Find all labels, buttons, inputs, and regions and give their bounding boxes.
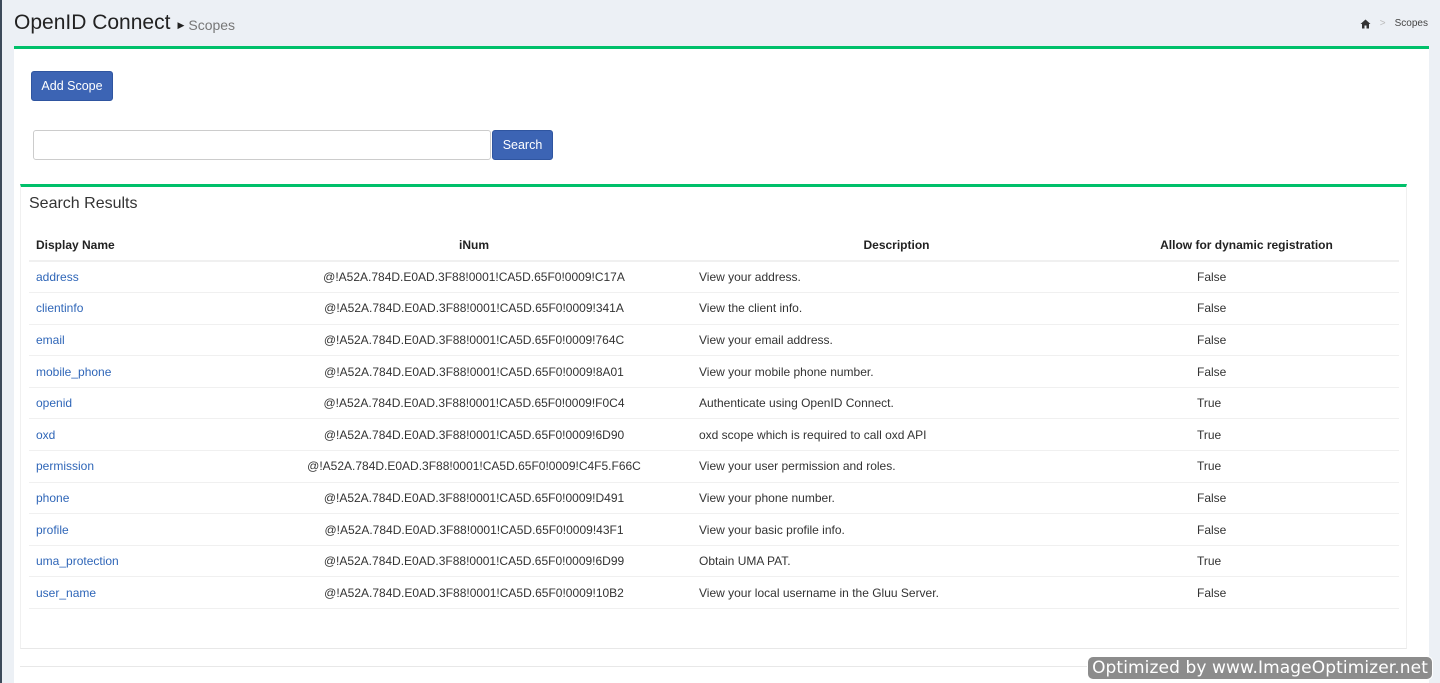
inum-cell: @!A52A.784D.E0AD.3F88!0001!CA5D.65F0!000… xyxy=(249,576,699,610)
dynamic-registration-cell: False xyxy=(1094,261,1399,294)
inum-cell: @!A52A.784D.E0AD.3F88!0001!CA5D.65F0!000… xyxy=(249,261,699,294)
dynamic-registration-cell: False xyxy=(1094,482,1399,515)
table-row: clientinfo @!A52A.784D.E0AD.3F88!0001!CA… xyxy=(29,292,1399,325)
description-cell: oxd scope which is required to call oxd … xyxy=(699,418,1094,452)
dynamic-registration-cell: False xyxy=(1094,355,1399,388)
table-row: address @!A52A.784D.E0AD.3F88!0001!CA5D.… xyxy=(29,261,1399,294)
left-edge xyxy=(0,0,2,683)
scopes-panel: Add Scope Search Search Results Display … xyxy=(14,46,1429,683)
scopes-table: Display Name iNum Description Allow for … xyxy=(29,230,1399,610)
inum-cell: @!A52A.784D.E0AD.3F88!0001!CA5D.65F0!000… xyxy=(249,324,699,357)
description-cell: View your address. xyxy=(699,261,1094,294)
search-results-title: Search Results xyxy=(29,195,138,212)
inum-cell: @!A52A.784D.E0AD.3F88!0001!CA5D.65F0!000… xyxy=(249,418,699,452)
scope-link[interactable]: openid xyxy=(36,396,72,410)
scope-link[interactable]: user_name xyxy=(36,586,96,600)
scope-link[interactable]: permission xyxy=(36,459,94,473)
scope-link[interactable]: mobile_phone xyxy=(36,365,111,379)
column-header-description[interactable]: Description xyxy=(699,230,1094,262)
table-row: oxd @!A52A.784D.E0AD.3F88!0001!CA5D.65F0… xyxy=(29,418,1399,452)
table-header-row: Display Name iNum Description Allow for … xyxy=(29,230,1399,262)
dynamic-registration-cell: True xyxy=(1094,450,1399,483)
dynamic-registration-cell: True xyxy=(1094,387,1399,420)
description-cell: Authenticate using OpenID Connect. xyxy=(699,387,1094,420)
table-row: mobile_phone @!A52A.784D.E0AD.3F88!0001!… xyxy=(29,355,1399,388)
inum-cell: @!A52A.784D.E0AD.3F88!0001!CA5D.65F0!000… xyxy=(249,355,699,388)
page-title: OpenID Connect xyxy=(14,11,171,34)
inum-cell: @!A52A.784D.E0AD.3F88!0001!CA5D.65F0!000… xyxy=(249,292,699,325)
page-subtitle: Scopes xyxy=(188,17,236,33)
column-header-inum[interactable]: iNum xyxy=(249,230,699,262)
description-cell: View your local username in the Gluu Ser… xyxy=(699,576,1094,610)
table-row: permission @!A52A.784D.E0AD.3F88!0001!CA… xyxy=(29,450,1399,483)
table-row: phone @!A52A.784D.E0AD.3F88!0001!CA5D.65… xyxy=(29,482,1399,515)
breadcrumb-separator: > xyxy=(1379,18,1386,29)
table-row: openid @!A52A.784D.E0AD.3F88!0001!CA5D.6… xyxy=(29,387,1399,420)
column-header-display-name[interactable]: Display Name xyxy=(29,230,249,262)
scope-link[interactable]: profile xyxy=(36,523,69,537)
breadcrumb: > Scopes xyxy=(1360,18,1428,29)
watermark: Optimized by www.ImageOptimizer.net xyxy=(1087,656,1433,680)
description-cell: View your basic profile info. xyxy=(699,513,1094,546)
breadcrumb-current: Scopes xyxy=(1394,18,1428,29)
inum-cell: @!A52A.784D.E0AD.3F88!0001!CA5D.65F0!000… xyxy=(249,387,699,420)
description-cell: View your user permission and roles. xyxy=(699,450,1094,483)
inum-cell: @!A52A.784D.E0AD.3F88!0001!CA5D.65F0!000… xyxy=(249,545,699,578)
table-row: email @!A52A.784D.E0AD.3F88!0001!CA5D.65… xyxy=(29,324,1399,357)
scope-link[interactable]: email xyxy=(36,333,65,347)
inum-cell: @!A52A.784D.E0AD.3F88!0001!CA5D.65F0!000… xyxy=(249,482,699,515)
scope-link[interactable]: phone xyxy=(36,491,69,505)
scope-link[interactable]: clientinfo xyxy=(36,301,83,315)
description-cell: View the client info. xyxy=(699,292,1094,325)
dynamic-registration-cell: False xyxy=(1094,513,1399,546)
scope-link[interactable]: oxd xyxy=(36,428,55,442)
search-input[interactable] xyxy=(33,130,491,160)
add-scope-button[interactable]: Add Scope xyxy=(31,71,113,101)
content-header: OpenID Connect ▶ Scopes > Scopes xyxy=(14,0,1428,46)
dynamic-registration-cell: False xyxy=(1094,576,1399,610)
description-cell: View your mobile phone number. xyxy=(699,355,1094,388)
inum-cell: @!A52A.784D.E0AD.3F88!0001!CA5D.65F0!000… xyxy=(249,513,699,546)
column-header-dynamic-registration[interactable]: Allow for dynamic registration xyxy=(1094,230,1399,262)
table-row: user_name @!A52A.784D.E0AD.3F88!0001!CA5… xyxy=(29,576,1399,610)
caret-right-icon: ▶ xyxy=(177,19,185,30)
dynamic-registration-cell: True xyxy=(1094,545,1399,578)
dynamic-registration-cell: False xyxy=(1094,324,1399,357)
description-cell: View your phone number. xyxy=(699,482,1094,515)
home-icon[interactable] xyxy=(1360,19,1371,29)
description-cell: View your email address. xyxy=(699,324,1094,357)
description-cell: Obtain UMA PAT. xyxy=(699,545,1094,578)
search-results-panel: Search Results Display Name iNum Descrip… xyxy=(20,184,1407,649)
search-button[interactable]: Search xyxy=(492,130,553,160)
table-row: profile @!A52A.784D.E0AD.3F88!0001!CA5D.… xyxy=(29,513,1399,546)
scope-link[interactable]: address xyxy=(36,270,79,284)
inum-cell: @!A52A.784D.E0AD.3F88!0001!CA5D.65F0!000… xyxy=(249,450,699,483)
dynamic-registration-cell: True xyxy=(1094,418,1399,452)
scope-link[interactable]: uma_protection xyxy=(36,554,119,568)
table-row: uma_protection @!A52A.784D.E0AD.3F88!000… xyxy=(29,545,1399,578)
dynamic-registration-cell: False xyxy=(1094,292,1399,325)
